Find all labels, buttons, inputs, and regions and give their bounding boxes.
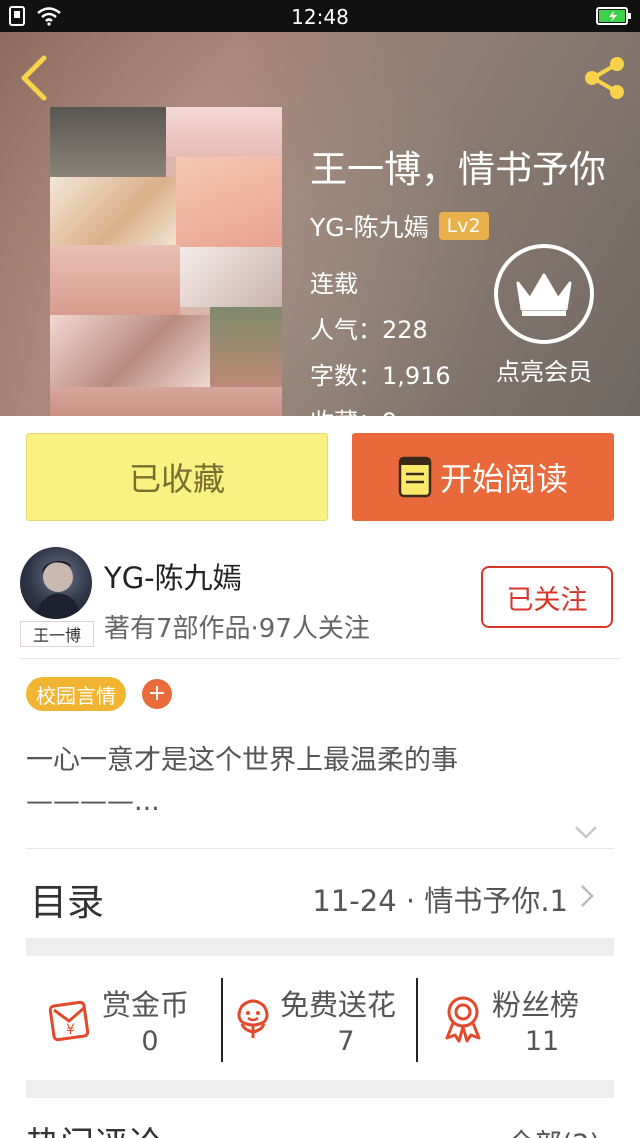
book-author[interactable]: YG-陈九嫣 (310, 208, 429, 244)
divider (26, 848, 614, 849)
stat-coins-value: 0 (141, 1026, 159, 1057)
chevron-down-icon (575, 826, 597, 839)
toc-label[interactable]: 目录 (30, 872, 104, 926)
section-separator (26, 938, 614, 956)
chevron-right-icon[interactable] (578, 882, 596, 910)
plus-icon: + (147, 681, 167, 706)
book-cover[interactable] (50, 107, 282, 416)
genre-tag[interactable]: 校园言情 (26, 677, 126, 711)
section-separator (26, 1080, 614, 1098)
divider (20, 658, 620, 659)
stat-coins-label: 赏金币 (102, 988, 190, 1022)
book-author-row[interactable]: YG-陈九嫣 Lv2 (310, 208, 489, 244)
follow-button[interactable]: 已关注 (481, 566, 613, 628)
stat-flowers-label: 免费送花 (280, 988, 397, 1022)
avatar-tag: 王一博 (20, 621, 94, 647)
crown-icon (494, 244, 594, 344)
favorite-button[interactable]: 已收藏 (26, 433, 328, 521)
cover-tile (50, 387, 282, 416)
level-badge: Lv2 (438, 212, 489, 240)
stat-fans-label: 粉丝榜 (492, 988, 580, 1022)
share-button[interactable] (580, 54, 628, 102)
cover-tile (50, 315, 210, 387)
stat-divider (221, 978, 223, 1062)
back-button[interactable] (14, 54, 54, 102)
stat-coins[interactable]: ¥ 赏金币 0 (40, 980, 210, 1060)
book-icon (398, 456, 432, 498)
vip-button[interactable]: 点亮会员 (490, 244, 598, 387)
author-stats: 著有7部作品·97人关注 (104, 614, 370, 644)
chevron-left-icon (21, 55, 47, 101)
start-reading-label: 开始阅读 (439, 460, 568, 498)
cover-tile (176, 157, 282, 247)
cover-tile (166, 107, 282, 157)
book-popularity: 人气：228 (310, 316, 428, 344)
expand-description-button[interactable] (572, 822, 600, 842)
stat-flowers-value: 7 (337, 1026, 355, 1057)
stat-fans[interactable]: 粉丝榜 11 (432, 980, 612, 1060)
author-name[interactable]: YG-陈九嫣 (104, 555, 242, 597)
start-reading-button[interactable]: 开始阅读 (352, 433, 614, 521)
add-tag-button[interactable]: + (142, 679, 172, 709)
cover-tile (50, 177, 176, 245)
cover-tile (210, 307, 282, 397)
book-header: 王一博，情书予你 YG-陈九嫣 Lv2 连载 人气：228 字数：1,916 收… (0, 32, 640, 416)
stat-fans-value: 11 (524, 1026, 560, 1057)
flower-icon (237, 999, 269, 1038)
share-icon (585, 57, 624, 99)
author-avatar[interactable] (20, 547, 92, 619)
book-favorites: 收藏：9 (310, 402, 397, 416)
all-comments-link[interactable]: 全部(2) (508, 1122, 600, 1138)
status-bar: 12:48 (0, 0, 640, 32)
cover-tile (50, 245, 180, 315)
medal-icon (445, 996, 481, 1043)
hot-comments-title: 热门评论 (26, 1117, 162, 1138)
cover-tile (50, 107, 166, 177)
book-word-count: 字数：1,916 (310, 362, 451, 390)
red-envelope-icon: ¥ (48, 1000, 90, 1042)
stat-flowers[interactable]: 免费送花 7 (228, 980, 414, 1060)
status-time: 12:48 (291, 5, 349, 29)
book-status: 连载 (310, 270, 358, 298)
svg-text:¥: ¥ (66, 1022, 75, 1038)
battery-icon (596, 7, 632, 29)
stat-divider (416, 978, 418, 1062)
book-title: 王一博，情书予你 (310, 148, 606, 191)
toc-latest-chapter[interactable]: 11-24 · 情书予你.1 (312, 878, 568, 920)
cover-tile (180, 247, 282, 307)
book-description: 一心一意才是这个世界上最温柔的事————... (26, 745, 458, 817)
vip-label: 点亮会员 (496, 358, 592, 386)
